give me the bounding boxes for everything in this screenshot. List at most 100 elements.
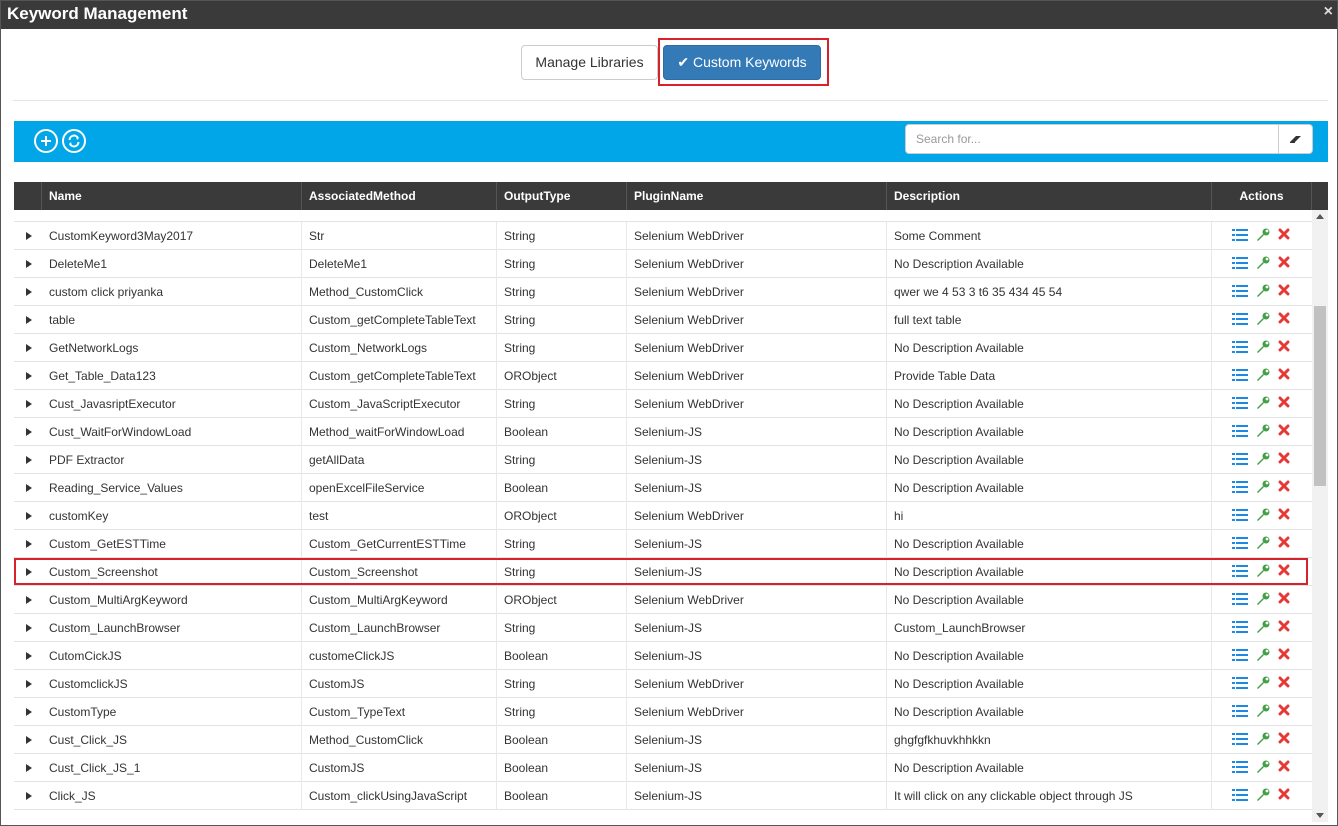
table-row[interactable]: Cust_Click_JS_1 CustomJS Boolean Selenium-J… xyxy=(14,754,1312,782)
scroll-up-icon[interactable] xyxy=(1316,214,1324,219)
list-icon[interactable] xyxy=(1232,256,1248,273)
list-icon[interactable] xyxy=(1232,760,1248,777)
wrench-icon[interactable] xyxy=(1256,256,1270,273)
list-icon[interactable] xyxy=(1232,424,1248,441)
refresh-button[interactable] xyxy=(62,129,86,153)
wrench-icon[interactable] xyxy=(1256,312,1270,329)
delete-icon[interactable] xyxy=(1278,508,1290,523)
list-icon[interactable] xyxy=(1232,620,1248,637)
delete-icon[interactable] xyxy=(1278,256,1290,271)
wrench-icon[interactable] xyxy=(1256,368,1270,385)
wrench-icon[interactable] xyxy=(1256,340,1270,357)
expand-row-icon[interactable] xyxy=(26,736,32,744)
wrench-icon[interactable] xyxy=(1256,452,1270,469)
table-row[interactable]: DeleteMe1 DeleteMe1 String Selenium WebDriv… xyxy=(14,250,1312,278)
header-name[interactable]: Name xyxy=(42,182,302,210)
list-icon[interactable] xyxy=(1232,592,1248,609)
expand-row-icon[interactable] xyxy=(26,288,32,296)
delete-icon[interactable] xyxy=(1278,564,1290,579)
list-icon[interactable] xyxy=(1232,648,1248,665)
table-row[interactable]: Reading_Service_Values openExcelFileServi… xyxy=(14,474,1312,502)
expand-row-icon[interactable] xyxy=(26,232,32,240)
delete-icon[interactable] xyxy=(1278,452,1290,467)
delete-icon[interactable] xyxy=(1278,648,1290,663)
delete-icon[interactable] xyxy=(1278,620,1290,635)
table-row[interactable]: CustomType Custom_TypeText String Selenium … xyxy=(14,698,1312,726)
delete-icon[interactable] xyxy=(1278,704,1290,719)
add-keyword-button[interactable] xyxy=(34,129,58,153)
wrench-icon[interactable] xyxy=(1256,620,1270,637)
delete-icon[interactable] xyxy=(1278,424,1290,439)
expand-row-icon[interactable] xyxy=(26,344,32,352)
wrench-icon[interactable] xyxy=(1256,508,1270,525)
list-icon[interactable] xyxy=(1232,284,1248,301)
delete-icon[interactable] xyxy=(1278,732,1290,747)
expand-row-icon[interactable] xyxy=(26,596,32,604)
table-row[interactable]: customKey test ORObject Selenium WebDriver h… xyxy=(14,502,1312,530)
wrench-icon[interactable] xyxy=(1256,592,1270,609)
list-icon[interactable] xyxy=(1232,704,1248,721)
grid-scrollbar[interactable] xyxy=(1312,210,1328,822)
expand-row-icon[interactable] xyxy=(26,652,32,660)
expand-row-icon[interactable] xyxy=(26,764,32,772)
table-row[interactable]: CustomKeyword3May2017 Str String Selenium W… xyxy=(14,222,1312,250)
delete-icon[interactable] xyxy=(1278,760,1290,775)
delete-icon[interactable] xyxy=(1278,340,1290,355)
header-description[interactable]: Description xyxy=(887,182,1212,210)
header-associated-method[interactable]: AssociatedMethod xyxy=(302,182,497,210)
table-row[interactable]: Custom_LaunchBrowser Custom_LaunchBrowser… xyxy=(14,614,1312,642)
table-row[interactable]: CustomclickJS CustomJS String Selenium WebD… xyxy=(14,670,1312,698)
delete-icon[interactable] xyxy=(1278,480,1290,495)
list-icon[interactable] xyxy=(1232,788,1248,805)
wrench-icon[interactable] xyxy=(1256,396,1270,413)
expand-row-icon[interactable] xyxy=(26,512,32,520)
list-icon[interactable] xyxy=(1232,396,1248,413)
wrench-icon[interactable] xyxy=(1256,536,1270,553)
list-icon[interactable] xyxy=(1232,452,1248,469)
delete-icon[interactable] xyxy=(1278,312,1290,327)
wrench-icon[interactable] xyxy=(1256,284,1270,301)
list-icon[interactable] xyxy=(1232,564,1248,581)
wrench-icon[interactable] xyxy=(1256,564,1270,581)
wrench-icon[interactable] xyxy=(1256,760,1270,777)
wrench-icon[interactable] xyxy=(1256,676,1270,693)
list-icon[interactable] xyxy=(1232,228,1248,245)
header-plugin-name[interactable]: PluginName xyxy=(627,182,887,210)
list-icon[interactable] xyxy=(1232,340,1248,357)
table-row[interactable]: Cust_Click_JS Method_CustomClick Boolean Se… xyxy=(14,726,1312,754)
delete-icon[interactable] xyxy=(1278,228,1290,243)
manage-libraries-button[interactable]: Manage Libraries xyxy=(521,45,658,80)
table-row[interactable]: CutomCickJS customeClickJS Boolean Selenium… xyxy=(14,642,1312,670)
close-icon[interactable]: × xyxy=(1324,3,1333,21)
scroll-down-icon[interactable] xyxy=(1316,813,1324,818)
list-icon[interactable] xyxy=(1232,368,1248,385)
expand-row-icon[interactable] xyxy=(26,372,32,380)
list-icon[interactable] xyxy=(1232,480,1248,497)
header-output-type[interactable]: OutputType xyxy=(497,182,627,210)
table-row[interactable]: table Custom_getCompleteTableText String Se… xyxy=(14,306,1312,334)
expand-row-icon[interactable] xyxy=(26,680,32,688)
wrench-icon[interactable] xyxy=(1256,648,1270,665)
delete-icon[interactable] xyxy=(1278,284,1290,299)
table-row[interactable]: Custom_MultiArgKeyword Custom_MultiArgKey… xyxy=(14,586,1312,614)
expand-row-icon[interactable] xyxy=(26,792,32,800)
table-row[interactable]: custom click priyanka Method_CustomClick S… xyxy=(14,278,1312,306)
table-row[interactable]: Click_JS Custom_clickUsingJavaScript Boole… xyxy=(14,782,1312,810)
list-icon[interactable] xyxy=(1232,508,1248,525)
wrench-icon[interactable] xyxy=(1256,228,1270,245)
expand-row-icon[interactable] xyxy=(26,568,32,576)
search-input[interactable] xyxy=(905,124,1279,154)
table-row[interactable]: Custom_GetESTTime Custom_GetCurrentESTTim… xyxy=(14,530,1312,558)
list-icon[interactable] xyxy=(1232,676,1248,693)
expand-row-icon[interactable] xyxy=(26,428,32,436)
list-icon[interactable] xyxy=(1232,732,1248,749)
expand-row-icon[interactable] xyxy=(26,624,32,632)
wrench-icon[interactable] xyxy=(1256,480,1270,497)
list-icon[interactable] xyxy=(1232,536,1248,553)
expand-row-icon[interactable] xyxy=(26,260,32,268)
delete-icon[interactable] xyxy=(1278,788,1290,803)
table-row[interactable]: PDF Extractor getAllData String Selenium-JS… xyxy=(14,446,1312,474)
wrench-icon[interactable] xyxy=(1256,732,1270,749)
scroll-thumb[interactable] xyxy=(1314,306,1326,486)
table-row[interactable]: GetNetworkLogs Custom_NetworkLogs String Se… xyxy=(14,334,1312,362)
